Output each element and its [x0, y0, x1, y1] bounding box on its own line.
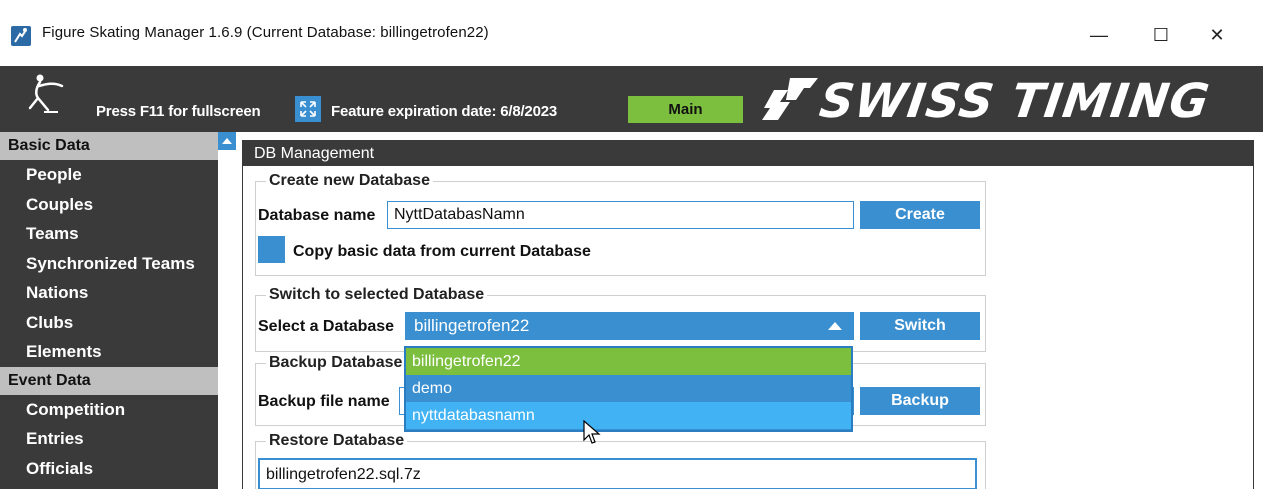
sidebar-section-basic-data[interactable]: Basic Data	[0, 132, 218, 160]
backup-database-legend: Backup Database	[269, 354, 403, 371]
sidebar-item-competition[interactable]: Competition	[0, 395, 218, 425]
database-select-value: billingetrofen22	[414, 316, 530, 335]
fullscreen-hint: Press F11 for fullscreen	[96, 103, 261, 120]
create-database-legend: Create new Database	[269, 172, 430, 189]
copy-basic-data-label: Copy basic data from current Database	[293, 243, 591, 260]
sidebar-item-people[interactable]: People	[0, 160, 218, 190]
main-button[interactable]: Main	[628, 96, 743, 123]
close-button[interactable]: ✕	[1194, 16, 1240, 54]
fullscreen-icon[interactable]	[295, 96, 321, 122]
sidebar: Basic Data People Couples Teams Synchron…	[0, 132, 218, 489]
sidebar-item-clubs[interactable]: Clubs	[0, 308, 218, 338]
dropdown-option-demo[interactable]: demo	[406, 375, 851, 402]
sidebar-item-entries[interactable]: Entries	[0, 424, 218, 454]
switch-database-legend: Switch to selected Database	[269, 286, 485, 303]
panel-title: DB Management	[243, 140, 1253, 166]
sidebar-scroll-track[interactable]	[218, 132, 236, 489]
scroll-up-icon[interactable]	[218, 132, 236, 150]
app-skater-icon	[11, 26, 31, 46]
swiss-timing-brand: SWISS TIMING	[816, 74, 1214, 129]
create-button[interactable]: Create	[860, 201, 980, 229]
sidebar-item-couples[interactable]: Couples	[0, 190, 218, 220]
feature-expiration: Feature expiration date: 6/8/2023	[331, 103, 557, 120]
sidebar-item-elements[interactable]: Elements	[0, 337, 218, 367]
skater-logo-icon	[18, 68, 78, 132]
dropdown-option-billingetrofen22[interactable]: billingetrofen22	[406, 348, 851, 375]
database-name-input[interactable]: NyttDatabasNamn	[387, 201, 854, 229]
restore-database-legend: Restore Database	[269, 432, 405, 449]
database-dropdown-list: billingetrofen22 demo nyttdatabasnamn	[404, 346, 853, 432]
app-header: Press F11 for fullscreen Feature expirat…	[0, 66, 1263, 132]
mouse-pointer-icon	[583, 419, 601, 450]
backup-file-name-label: Backup file name	[258, 393, 390, 410]
swiss-timing-logo-icon	[760, 74, 822, 134]
switch-button[interactable]: Switch	[860, 312, 980, 340]
sidebar-item-nations[interactable]: Nations	[0, 278, 218, 308]
database-select[interactable]: billingetrofen22	[405, 312, 854, 340]
backup-button[interactable]: Backup	[860, 387, 980, 415]
db-management-panel: DB Management Create new Database Databa…	[242, 140, 1254, 489]
restore-file-input[interactable]: billingetrofen22.sql.7z	[258, 458, 977, 489]
caret-up-icon	[828, 322, 842, 330]
window-title: Figure Skating Manager 1.6.9 (Current Da…	[42, 24, 489, 41]
copy-basic-data-checkbox[interactable]	[258, 236, 285, 263]
maximize-button[interactable]: ☐	[1138, 16, 1184, 54]
sidebar-section-event-data[interactable]: Event Data	[0, 366, 218, 395]
sidebar-item-officials[interactable]: Officials	[0, 454, 218, 484]
sidebar-item-synchronized-teams[interactable]: Synchronized Teams	[0, 249, 218, 279]
window-titlebar: Figure Skating Manager 1.6.9 (Current Da…	[0, 0, 1263, 66]
sidebar-item-teams[interactable]: Teams	[0, 219, 218, 249]
database-name-label: Database name	[258, 207, 376, 224]
minimize-button[interactable]: —	[1076, 16, 1122, 54]
select-database-label: Select a Database	[258, 318, 395, 335]
dropdown-option-nyttdatabasnamn[interactable]: nyttdatabasnamn	[406, 402, 851, 429]
